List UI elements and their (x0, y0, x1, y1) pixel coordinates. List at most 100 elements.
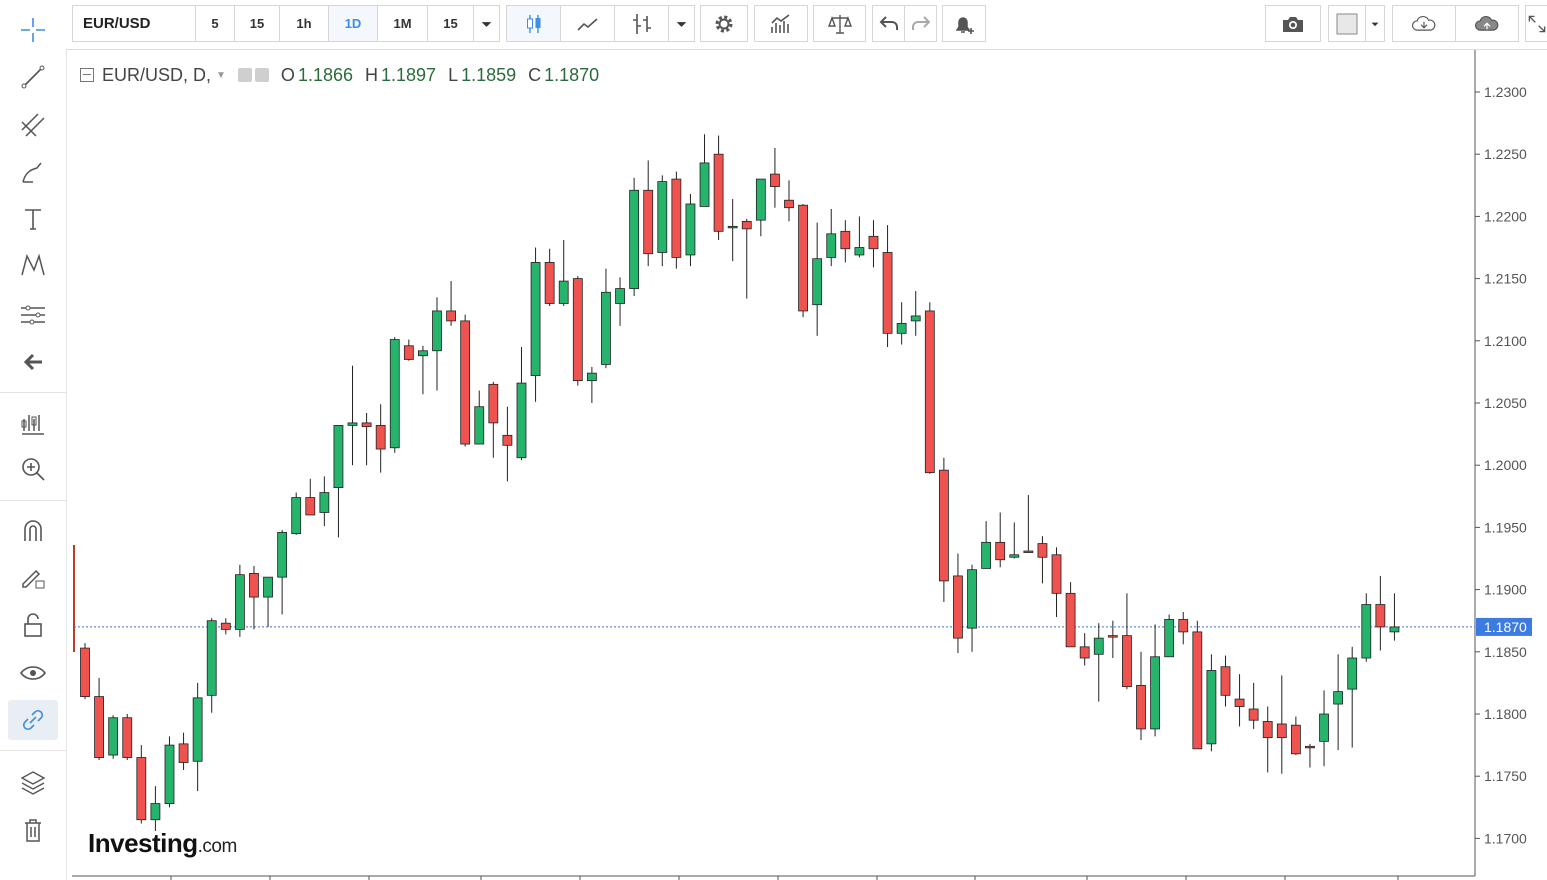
back-tool[interactable] (8, 342, 58, 382)
candle-body (1178, 619, 1189, 633)
candle-body (263, 576, 273, 598)
visibility-icon[interactable] (237, 68, 252, 82)
candle-body (882, 252, 893, 334)
lock-icon (24, 613, 42, 637)
candle-body (840, 230, 851, 250)
candle-body (657, 181, 668, 253)
zoom-in-icon (22, 458, 45, 481)
candle-body (770, 173, 780, 187)
link-tool[interactable] (8, 700, 58, 740)
eye-icon (19, 666, 47, 680)
candle (924, 302, 935, 474)
time-axis-ticks (170, 876, 1399, 880)
candle-body (1023, 550, 1034, 553)
interval-dropdown[interactable] (473, 5, 500, 42)
lock-tool[interactable] (8, 605, 58, 645)
candle (601, 268, 611, 369)
interval-1m[interactable]: 1M (377, 5, 428, 42)
interval-1h[interactable]: 1h (279, 5, 329, 42)
chart-type-dropdown[interactable] (668, 5, 695, 42)
high-value: 1.1897 (381, 64, 437, 85)
candle-body (277, 531, 288, 578)
long-short-tool[interactable] (8, 402, 58, 442)
interval-15[interactable]: 15 (234, 5, 280, 42)
settings-button[interactable] (700, 5, 748, 42)
candle (361, 412, 372, 466)
chart-type-button[interactable] (614, 5, 669, 42)
redo-button[interactable] (904, 5, 937, 42)
candle-body (291, 497, 302, 535)
price-tick-label: 1.2100 (1484, 333, 1527, 349)
price-axis: 1.2300 1.2250 1.2200 1.2150 1.2100 1.2050 1.20… (1475, 84, 1527, 846)
low-label: L (448, 64, 459, 85)
trend-line-tool[interactable] (8, 57, 58, 97)
candle-body (699, 162, 710, 207)
price-tick-label: 1.2050 (1484, 395, 1527, 411)
low-value: 1.1859 (461, 64, 517, 85)
lock-drawings-tool[interactable] (8, 557, 58, 597)
visibility-tool[interactable] (8, 653, 58, 693)
candle-body (474, 406, 485, 445)
toolbar-divider (0, 500, 66, 501)
last-price-label: 1.1870 (1484, 619, 1527, 635)
candle (882, 225, 893, 348)
delete-tool[interactable] (8, 810, 58, 850)
candle-body (741, 220, 752, 230)
line-chart-button[interactable] (560, 5, 615, 42)
back-arrow-icon (23, 353, 42, 371)
candle-body (432, 310, 442, 352)
candle-body (1290, 724, 1301, 755)
candle (1319, 690, 1329, 767)
candle (1178, 611, 1189, 645)
interval-5[interactable]: 5 (195, 5, 235, 42)
zoom-in-tool[interactable] (8, 449, 58, 489)
interval-1d[interactable]: 1D (328, 5, 378, 42)
candle (220, 618, 231, 635)
top-toolbar: EUR/USD 5 15 1h 1D 1M 15 (66, 0, 1547, 50)
logo-main: Investing (88, 828, 198, 858)
text-icon (25, 209, 41, 230)
text-tool[interactable] (8, 199, 58, 239)
settings-icon[interactable] (254, 68, 269, 82)
layers-tool[interactable] (8, 762, 58, 802)
color-dropdown[interactable] (1365, 5, 1385, 42)
undo-button[interactable] (872, 5, 905, 42)
candle (305, 478, 316, 516)
interval-15-custom[interactable]: 15 (427, 5, 474, 42)
candle (770, 147, 780, 208)
cloud-download-icon (1412, 15, 1436, 31)
candle-body (1276, 723, 1287, 739)
candles-button[interactable] (506, 5, 561, 42)
candle-body (150, 803, 161, 821)
color-button[interactable] (1328, 5, 1366, 42)
magnet-tool[interactable] (8, 510, 58, 550)
magnet-icon (24, 520, 42, 541)
candle (1206, 654, 1217, 752)
save-chart-button[interactable] (1455, 5, 1519, 42)
candle (910, 291, 921, 336)
candle (615, 277, 625, 326)
redo-icon (911, 15, 930, 30)
price-chart[interactable]: 1.2300 1.2250 1.2200 1.2150 1.2100 1.2050 1.20… (0, 0, 1547, 880)
candle (741, 218, 752, 299)
load-chart-button[interactable] (1392, 5, 1456, 42)
brush-tool[interactable] (8, 152, 58, 192)
legend-dropdown-icon[interactable]: ▼ (216, 70, 226, 81)
indicators-button[interactable] (754, 5, 808, 42)
candle (727, 198, 738, 262)
symbol-search[interactable]: EUR/USD (72, 5, 196, 42)
pattern-tool[interactable] (8, 245, 58, 285)
candle-body (685, 203, 696, 256)
fullscreen-button[interactable] (1525, 5, 1547, 42)
long-short-icon (21, 415, 44, 435)
crosshair-tool[interactable] (8, 10, 58, 50)
candle-body (784, 199, 794, 209)
fib-tool[interactable] (8, 105, 58, 145)
legend-collapse-icon[interactable] (80, 68, 94, 82)
measure-tool[interactable] (8, 295, 58, 335)
candle (263, 576, 273, 627)
alert-button[interactable] (942, 5, 986, 42)
candle (1375, 575, 1386, 651)
snapshot-button[interactable] (1265, 5, 1321, 42)
compare-button[interactable] (813, 5, 866, 42)
